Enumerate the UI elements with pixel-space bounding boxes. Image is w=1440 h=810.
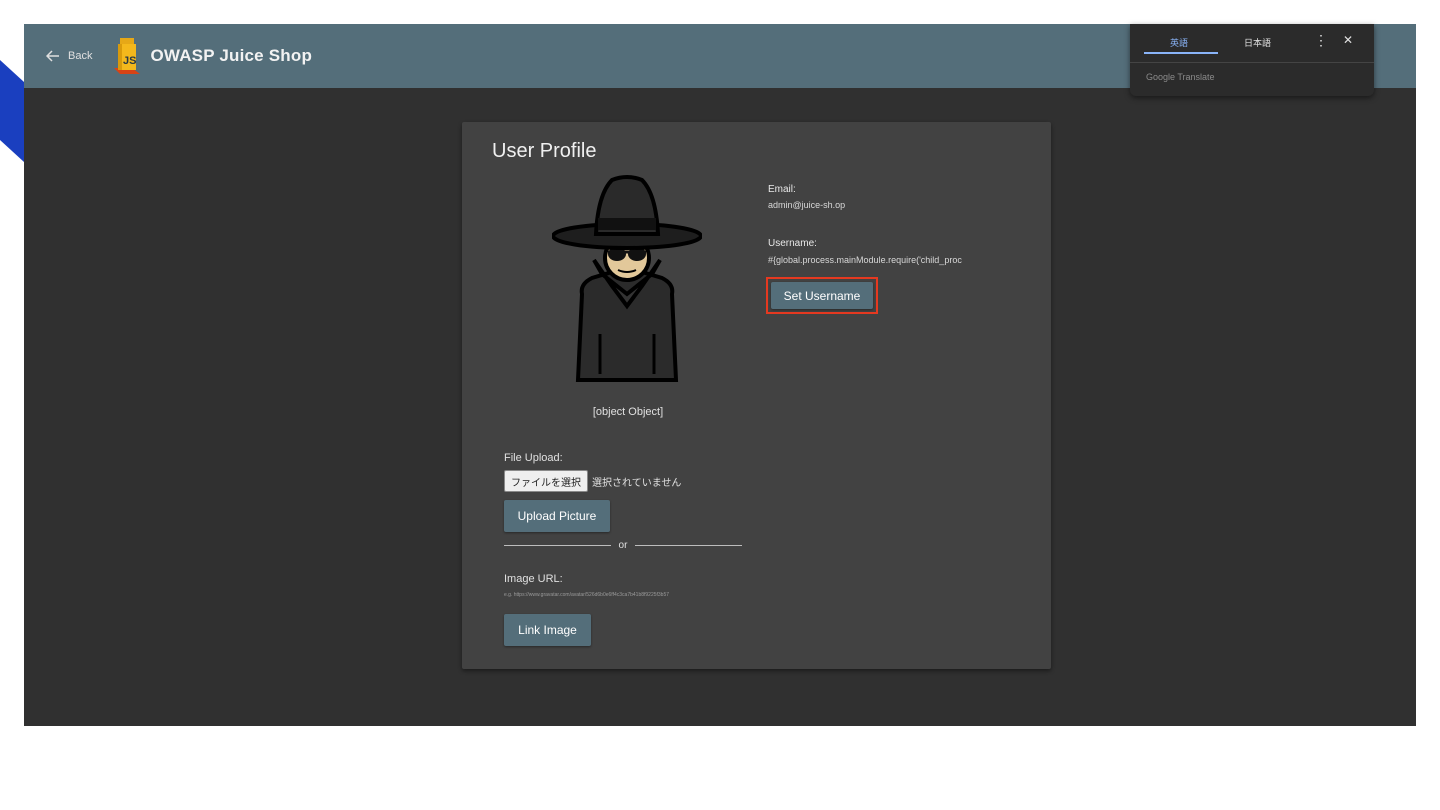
image-url-input[interactable] bbox=[504, 590, 744, 600]
file-upload-row: ファイルを選択 選択されていません bbox=[504, 470, 681, 492]
divider-line-left bbox=[504, 545, 611, 546]
page-title: User Profile bbox=[492, 140, 597, 162]
arrow-back-icon bbox=[46, 50, 59, 62]
user-profile-card: User Profile [object Object] Email: admi… bbox=[462, 122, 1051, 669]
back-button[interactable]: Back bbox=[46, 50, 92, 62]
link-image-button[interactable]: Link Image bbox=[504, 614, 591, 646]
or-text: or bbox=[618, 540, 628, 551]
set-username-button[interactable]: Set Username bbox=[771, 282, 873, 309]
more-vert-icon[interactable]: ⋮ bbox=[1314, 32, 1328, 49]
email-value: admin@juice-sh.op bbox=[768, 200, 846, 210]
google-translate-brand: Google Translate bbox=[1146, 72, 1215, 82]
juice-shop-logo[interactable]: JS bbox=[110, 36, 146, 76]
close-icon[interactable]: ✕ bbox=[1343, 33, 1353, 47]
google-translate-popup: 英語 日本語 ⋮ ✕ Google Translate bbox=[1130, 24, 1374, 96]
back-label: Back bbox=[68, 50, 93, 62]
app-title[interactable]: OWASP Juice Shop bbox=[150, 46, 312, 66]
avatar bbox=[552, 175, 702, 382]
svg-text:JS: JS bbox=[123, 55, 136, 67]
active-tab-indicator bbox=[1144, 52, 1218, 54]
email-label: Email: bbox=[768, 184, 796, 195]
choose-file-button[interactable]: ファイルを選択 bbox=[504, 470, 588, 492]
upload-picture-button[interactable]: Upload Picture bbox=[504, 500, 610, 532]
file-upload-label: File Upload: bbox=[504, 452, 563, 464]
username-value: #{global.process.mainModule.require('chi… bbox=[768, 255, 962, 265]
app-window: Back JS OWASP Juice Shop User Profile [o… bbox=[24, 24, 1416, 726]
divider-line-right bbox=[635, 545, 742, 546]
username-label: Username: bbox=[768, 238, 817, 249]
translate-tab-japanese[interactable]: 日本語 bbox=[1244, 36, 1271, 49]
translate-divider bbox=[1130, 62, 1374, 63]
avatar-caption: [object Object] bbox=[592, 406, 664, 418]
or-divider: or bbox=[504, 540, 742, 551]
translate-tab-english[interactable]: 英語 bbox=[1170, 36, 1188, 49]
image-url-label: Image URL: bbox=[504, 573, 563, 585]
file-status-text: 選択されていません bbox=[592, 477, 682, 489]
